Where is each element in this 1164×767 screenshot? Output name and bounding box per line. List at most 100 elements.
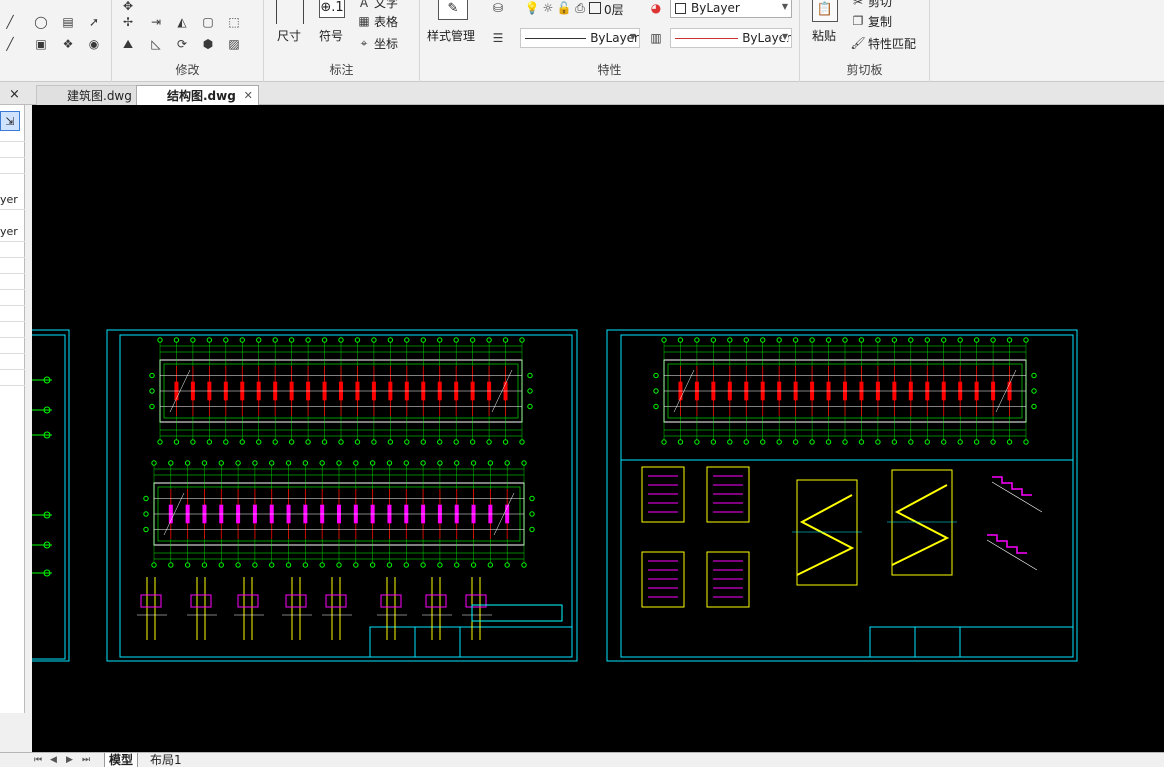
region-icon[interactable]: ▣ [33,36,49,52]
cad-circle [387,439,394,445]
arrow-icon[interactable]: ➚ [86,14,102,30]
lineweight-icon[interactable]: ☰ [490,30,506,46]
panel-row [0,337,25,338]
cad-circle [239,337,245,343]
panel-row [0,141,25,142]
explode-icon[interactable]: ⬢ [200,36,216,52]
close-icon[interactable]: ✕ [244,89,253,102]
color-combo[interactable]: ByLayer ▼ [670,0,792,18]
cad-circle [338,337,344,343]
linetype-scale-icon[interactable]: ▥ [648,30,664,46]
rotate-icon[interactable]: ⟳ [174,36,190,52]
text-button[interactable]: 文字 [374,0,398,11]
paste-icon[interactable]: 📋 [812,0,838,22]
match-properties-button[interactable]: 特性匹配 [868,35,916,52]
trim-icon[interactable]: ✢ [120,14,136,30]
cad-circle [1031,388,1037,394]
extend-icon[interactable]: ⇥ [148,14,164,30]
linetype-combo[interactable]: ByLayer ▼ [520,28,640,48]
nav-last-button[interactable]: ⏭ [82,753,90,767]
panel-value-linetype[interactable]: yer [0,225,18,238]
cad-circle [319,460,325,466]
lineweight-combo[interactable]: ByLayer ▼ [670,28,792,48]
draw-group: ╱ ◯ ▤ ➚ ╱ ▣ ❖ ◉ [0,0,112,82]
nav-first-button[interactable]: ⏮ [34,753,42,767]
line-icon[interactable]: ╱ [2,14,18,30]
cad-circle [908,337,914,343]
cad-circle [256,439,262,445]
cad-circle [487,460,494,466]
symbol-icon[interactable]: ⊕.1 [319,0,345,18]
cad-circle [354,337,361,343]
copy-button[interactable]: 复制 [868,13,892,30]
table-icon[interactable]: ▦ [356,13,372,29]
panel-row [0,305,25,306]
cad-circle [521,562,527,568]
coordinate-button[interactable]: 坐标 [374,35,398,52]
cad-circle [252,460,258,466]
cad-circle [973,439,980,445]
cad-circle [502,337,509,343]
mirror-icon[interactable]: ◭ [174,14,190,30]
chevron-down-icon: ▼ [781,2,788,11]
panel-row [0,369,25,370]
tab-layout1[interactable]: 布局1 [146,753,186,767]
nav-prev-button[interactable]: ◀ [50,753,57,767]
panel-value-color[interactable]: yer [0,193,18,206]
array-icon[interactable]: ⬚ [226,14,242,30]
rect-icon[interactable]: ▤ [60,14,76,30]
erase-icon[interactable]: ◉ [86,36,102,52]
cad-circle [336,460,342,466]
offset-icon[interactable]: ▢ [200,14,216,30]
cad-circle [371,337,377,343]
group-icon[interactable]: ❖ [60,36,76,52]
cad-circle [288,337,295,343]
style-manager-icon[interactable]: ✎ [438,0,468,20]
copy-icon[interactable]: ❐ [850,13,866,29]
layer-states-icon[interactable]: ⛁ [490,0,506,16]
circle-icon[interactable]: ◯ [33,14,49,30]
bulb-icon[interactable]: 💡 [524,0,540,16]
tab-model[interactable]: 模型 [104,753,139,767]
match-icon[interactable]: 🖌 [850,35,866,51]
lock-icon[interactable]: 🔓 [556,0,572,16]
sun-icon[interactable]: ☼ [540,0,556,16]
cad-circle [173,337,180,343]
tab-structure-dwg[interactable]: 结构图.dwg ✕ [136,85,259,105]
style-manager-button[interactable]: 样式管理 [427,27,475,44]
coordinate-icon[interactable]: ⌖ [356,35,372,51]
text-icon[interactable]: A [356,0,372,11]
dimension-icon[interactable] [276,0,304,24]
stretch-icon[interactable]: ⛰ [120,36,136,52]
nav-next-button[interactable]: ▶ [66,753,73,767]
modify-group-label: 修改 [175,63,200,77]
cad-circle [252,562,258,568]
polyline-icon[interactable]: ╱ [2,36,18,52]
hatch-icon[interactable]: ▨ [226,36,242,52]
move-icon[interactable]: ✥ [120,0,136,14]
print-icon[interactable]: ⎙ [572,0,588,16]
cad-circle [149,403,155,410]
drawing-canvas[interactable] [21,105,1164,752]
cad-rect [237,594,259,608]
cut-button[interactable]: 剪切 [868,0,892,10]
layer-name[interactable]: 0层 [604,1,624,18]
cut-icon[interactable]: ✂ [850,0,866,10]
cad-drawing[interactable] [21,105,1164,752]
color-wheel-icon[interactable]: ◕ [648,0,664,16]
symbol-button[interactable]: 符号 [319,27,343,44]
cad-circle [825,439,832,445]
scale-icon[interactable]: ◺ [148,36,164,52]
table-button[interactable]: 表格 [374,13,398,30]
cad-circle [336,562,342,568]
cad-circle [403,562,409,568]
cad-circle [369,460,376,466]
dimension-button[interactable]: 尺寸 [277,27,301,44]
paste-button[interactable]: 粘贴 [812,27,836,44]
cad-circle [891,337,898,343]
cad-circle [223,439,229,445]
quick-select-icon[interactable]: ⇲ [0,111,20,131]
panel-close-button[interactable]: × [9,87,20,102]
cad-circle [760,337,766,343]
cad-circle [908,439,914,445]
